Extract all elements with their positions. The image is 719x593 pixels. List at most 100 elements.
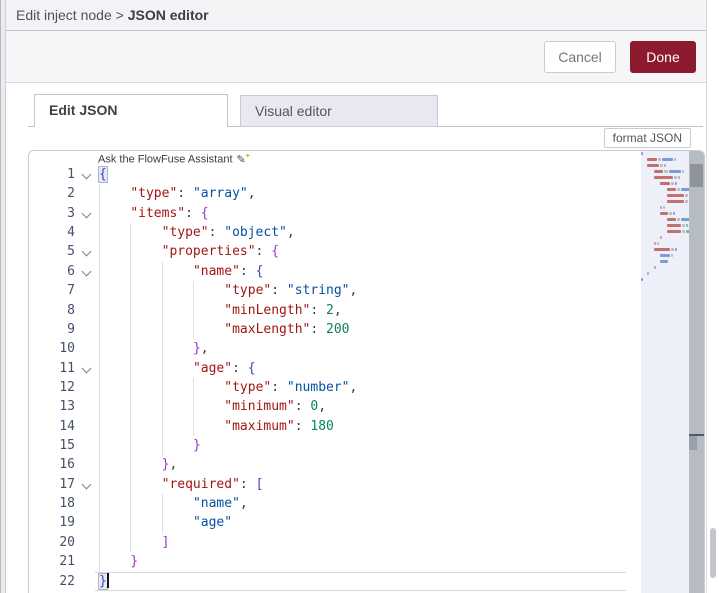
chevron-down-icon [81, 208, 91, 219]
code-line[interactable]: 9 "maxLength": 200 [29, 319, 626, 340]
indent-guide [130, 319, 132, 340]
json-code-editor[interactable]: Ask the FlowFuse Assistant ✎✦ 1{ 2 "type": … [28, 150, 705, 593]
code-text[interactable]: "required": [ [97, 474, 626, 495]
fold-gutter [75, 533, 97, 552]
code-line[interactable]: 17 "required": [ [29, 474, 626, 495]
line-number: 11 [59, 360, 75, 376]
fold-gutter [75, 397, 97, 416]
code-line[interactable]: 15} [29, 436, 626, 456]
code-text[interactable]: } [97, 436, 626, 456]
code-text[interactable]: { [97, 165, 626, 184]
indent-guide [99, 281, 100, 301]
indent-guide [130, 436, 132, 456]
indent-guide [161, 416, 163, 437]
indent-guide [99, 532, 100, 553]
fold-toggle[interactable] [75, 242, 97, 261]
format-json-button[interactable]: format JSON [603, 128, 691, 148]
fold-toggle[interactable] [75, 475, 97, 494]
code-text[interactable]: "name": { [97, 261, 626, 282]
indent-guide [99, 474, 100, 495]
code-line[interactable]: 1{ [29, 165, 626, 184]
indent-guide [130, 397, 132, 417]
done-button[interactable]: Done [630, 40, 696, 73]
code-text[interactable]: "type": "number", [97, 377, 626, 398]
indent-guide [161, 436, 163, 456]
line-number: 17 [59, 476, 75, 492]
page-scrollbar-thumb[interactable] [710, 528, 716, 578]
fold-toggle[interactable] [75, 204, 97, 223]
indent-guide [130, 377, 132, 398]
code-line[interactable]: 14 "maximum": 180 [29, 416, 626, 437]
code-text[interactable]: "name", [97, 494, 626, 514]
breadcrumb-parent[interactable]: Edit inject node [16, 7, 112, 23]
code-text[interactable]: "type": "string", [97, 281, 626, 301]
code-text[interactable]: "properties": { [97, 242, 626, 262]
line-number: 13 [59, 399, 75, 415]
code-line[interactable]: 13 "minimum": 0, [29, 397, 626, 417]
code-text[interactable]: }, [97, 339, 626, 359]
code-line[interactable]: 8 "minLength": 2, [29, 300, 626, 320]
line-number: 2 [67, 186, 75, 202]
code-line[interactable]: 4 "type": "object", [29, 223, 626, 243]
code-text[interactable]: "minimum": 0, [97, 397, 626, 417]
indent-guide [130, 474, 132, 495]
indent-guide [161, 494, 163, 514]
indent-guide [99, 494, 100, 514]
page-title: JSON editor [127, 7, 209, 23]
fold-toggle[interactable] [75, 165, 97, 184]
line-number: 18 [59, 496, 75, 512]
code-line[interactable]: 19 "age" [29, 513, 626, 533]
indent-guide [130, 339, 132, 359]
line-number: 16 [59, 457, 75, 473]
line-number: 14 [59, 418, 75, 434]
line-number: 19 [59, 515, 75, 531]
fold-gutter [75, 301, 97, 320]
code-text[interactable]: "age" [97, 513, 626, 533]
code-text[interactable]: "minLength": 2, [97, 300, 626, 320]
tab-visual-editor[interactable]: Visual editor [240, 95, 438, 127]
fold-toggle[interactable] [75, 262, 97, 281]
editor-scrollbar[interactable] [689, 151, 704, 593]
code-text[interactable]: "items": { [97, 203, 626, 224]
code-line[interactable]: 7 "type": "string", [29, 281, 626, 301]
tab-edit-json[interactable]: Edit JSON [34, 94, 228, 127]
code-line[interactable]: 18 "name", [29, 494, 626, 514]
editor-scrollbar-thumb[interactable] [690, 164, 703, 187]
code-line[interactable]: 10}, [29, 339, 626, 359]
fold-gutter [75, 513, 97, 532]
assistant-prompt[interactable]: Ask the FlowFuse Assistant ✎✦ [98, 152, 251, 166]
page-scrollbar[interactable] [706, 0, 719, 593]
code-text[interactable]: } [97, 552, 626, 572]
indent-guide [130, 513, 132, 533]
code-text[interactable]: "maximum": 180 [97, 416, 626, 437]
code-line[interactable]: 12 "type": "number", [29, 377, 626, 398]
code-line[interactable]: 11 "age": { [29, 358, 626, 378]
code-line[interactable]: 20] [29, 532, 626, 553]
code-text[interactable]: "type": "object", [97, 223, 626, 243]
cancel-button[interactable]: Cancel [544, 40, 616, 73]
code-line[interactable]: 3 "items": { [29, 203, 626, 224]
indent-guide [130, 300, 132, 320]
code-text[interactable]: }, [97, 455, 626, 475]
fold-toggle[interactable] [75, 359, 97, 378]
code-line[interactable]: 21} [29, 552, 626, 572]
indent-guide [161, 377, 163, 398]
code-line[interactable]: 6 "name": { [29, 261, 626, 282]
code-text[interactable]: } [97, 572, 626, 591]
indent-guide [161, 300, 163, 320]
code-text[interactable]: ] [97, 532, 626, 553]
code-text[interactable]: "type": "array", [97, 184, 626, 204]
code-line[interactable]: 2 "type": "array", [29, 184, 626, 204]
code-line[interactable]: 5 "properties": { [29, 242, 626, 262]
code-line[interactable]: 22} [29, 571, 626, 592]
code-text[interactable]: "maxLength": 200 [97, 319, 626, 340]
assistant-sparkle-icon: ✦ [244, 153, 251, 160]
code-line[interactable]: 16}, [29, 455, 626, 475]
code-text[interactable]: "age": { [97, 358, 626, 378]
minimap[interactable] [641, 151, 689, 593]
chevron-down-icon [81, 479, 91, 490]
line-number: 12 [59, 379, 75, 395]
line-number: 8 [67, 302, 75, 318]
indent-guide [130, 261, 132, 282]
fold-gutter [75, 417, 97, 436]
